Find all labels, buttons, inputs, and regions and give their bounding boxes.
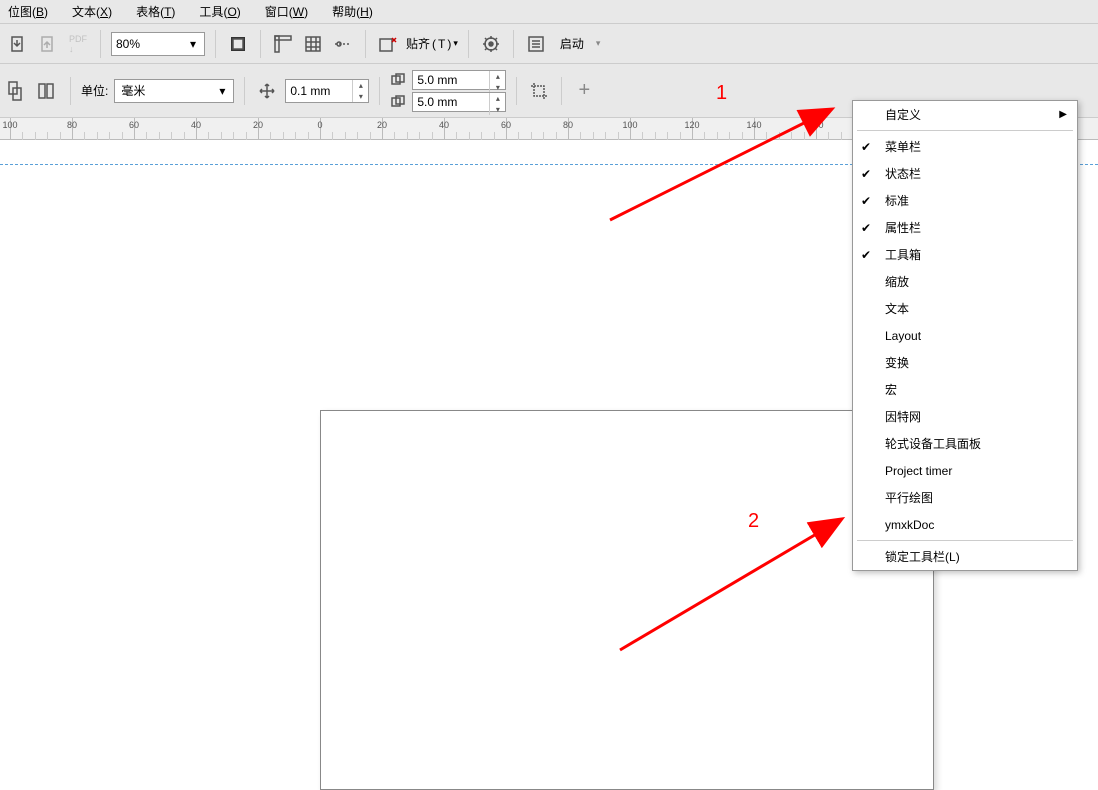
ctx-item-3[interactable]: ✔ 属性栏 — [853, 214, 1077, 241]
ctx-item-label: 状态栏 — [885, 165, 921, 182]
ruler-label: 100 — [622, 120, 637, 130]
units-label: 单位: — [81, 82, 108, 99]
menu-table[interactable]: 表格(T) — [136, 3, 175, 20]
menu-tools[interactable]: 工具(O) — [199, 3, 240, 20]
add-button[interactable]: + — [572, 79, 596, 103]
check-icon: ✔ — [861, 167, 871, 181]
ctx-item-0[interactable]: ✔ 菜单栏 — [853, 133, 1077, 160]
ctx-item-label: 变换 — [885, 354, 909, 371]
duplicate-y-icon — [390, 94, 408, 110]
nudge-distance-input[interactable]: 0.1 mm ▴▾ — [285, 79, 369, 103]
ctx-item-label: 菜单栏 — [885, 138, 921, 155]
duplicate-y-input[interactable]: 5.0 mm ▴▾ — [412, 92, 506, 112]
snap-off-icon[interactable] — [376, 32, 400, 56]
portrait-orientation-icon[interactable] — [6, 79, 30, 103]
ruler-label: 60 — [129, 120, 139, 130]
menu-window[interactable]: 窗口(W) — [265, 3, 308, 20]
export-icon[interactable] — [36, 32, 60, 56]
pdf-export-icon[interactable]: PDF↓ — [66, 32, 90, 56]
guidelines-icon[interactable] — [331, 32, 355, 56]
ctx-item-6[interactable]: 文本 — [853, 295, 1077, 322]
snap-to-button[interactable]: 贴齐(T) ▾ — [406, 35, 458, 52]
nudge-distance-icon — [255, 79, 279, 103]
ruler-label: 0 — [317, 120, 322, 130]
ctx-item-4[interactable]: ✔ 工具箱 — [853, 241, 1077, 268]
spinner-buttons[interactable]: ▴▾ — [489, 93, 505, 115]
zoom-value: 80% — [116, 37, 140, 51]
ctx-item-13[interactable]: 平行绘图 — [853, 484, 1077, 511]
check-icon: ✔ — [861, 194, 871, 208]
dup-y-value: 5.0 mm — [417, 95, 457, 109]
toolbar-context-menu[interactable]: 自定义 ▶ ✔ 菜单栏 ✔ 状态栏 ✔ 标准 ✔ 属性栏 ✔ 工具箱缩放文本 Layout 变换宏因特… — [852, 100, 1078, 571]
ctx-item-14[interactable]: ymxkDoc — [853, 511, 1077, 538]
ctx-item-label: Project timer — [885, 464, 952, 478]
ctx-item-label: 缩放 — [885, 273, 909, 290]
ctx-item-label: 工具箱 — [885, 246, 921, 263]
launch-button[interactable]: 启动 — [554, 35, 590, 52]
ruler-label: 40 — [191, 120, 201, 130]
check-icon: ✔ — [861, 140, 871, 154]
ruler-label: 100 — [2, 120, 17, 130]
ruler-label: 40 — [439, 120, 449, 130]
ctx-item-label: 属性栏 — [885, 219, 921, 236]
zoom-combo[interactable]: 80% ▾ — [111, 32, 205, 56]
ruler-label: 120 — [684, 120, 699, 130]
grid-icon[interactable] — [301, 32, 325, 56]
options-icon[interactable] — [479, 32, 503, 56]
menu-text[interactable]: 文本(X) — [72, 3, 112, 20]
landscape-orientation-icon[interactable] — [36, 79, 60, 103]
duplicate-x-input[interactable]: 5.0 mm ▴▾ — [412, 70, 506, 90]
chevron-down-icon[interactable]: ▾ — [596, 38, 601, 49]
ctx-item-12[interactable]: Project timer — [853, 457, 1077, 484]
ctx-item-11[interactable]: 轮式设备工具面板 — [853, 430, 1077, 457]
ctx-item-label: 标准 — [885, 192, 909, 209]
spinner-buttons[interactable]: ▴▾ — [352, 80, 368, 102]
ruler-label: 140 — [746, 120, 761, 130]
chevron-down-icon[interactable]: ▾ — [213, 82, 231, 100]
ctx-item-1[interactable]: ✔ 状态栏 — [853, 160, 1077, 187]
ctx-item-8[interactable]: 变换 — [853, 349, 1077, 376]
page-rectangle — [320, 410, 934, 790]
ctx-item-label: Layout — [885, 329, 921, 343]
ruler-label: 20 — [253, 120, 263, 130]
rulers-icon[interactable] — [271, 32, 295, 56]
ruler-label: 60 — [501, 120, 511, 130]
ctx-item-label: 轮式设备工具面板 — [885, 435, 981, 452]
ctx-item-label: 因特网 — [885, 408, 921, 425]
spinner-buttons[interactable]: ▴▾ — [489, 71, 505, 93]
chevron-down-icon[interactable]: ▾ — [184, 35, 202, 53]
ruler-label: 20 — [377, 120, 387, 130]
ctx-item-label: ymxkDoc — [885, 518, 934, 532]
units-value: 毫米 — [121, 82, 145, 99]
ctx-item-7[interactable]: Layout — [853, 322, 1077, 349]
crop-icon[interactable] — [527, 79, 551, 103]
ctx-item-2[interactable]: ✔ 标准 — [853, 187, 1077, 214]
fullscreen-icon[interactable] — [226, 32, 250, 56]
ctx-item-label: 宏 — [885, 381, 897, 398]
ctx-item-10[interactable]: 因特网 — [853, 403, 1077, 430]
check-icon: ✔ — [861, 248, 871, 262]
ruler-label: 160 — [808, 120, 823, 130]
submenu-arrow-icon: ▶ — [1059, 109, 1067, 120]
ctx-customize[interactable]: 自定义 ▶ — [853, 101, 1077, 128]
duplicate-x-icon — [390, 72, 408, 88]
ruler-label: 80 — [563, 120, 573, 130]
import-icon[interactable] — [6, 32, 30, 56]
ctx-item-9[interactable]: 宏 — [853, 376, 1077, 403]
ruler-label: 80 — [67, 120, 77, 130]
menubar: 位图(B) 文本(X) 表格(T) 工具(O) 窗口(W) 帮助(H) — [0, 0, 1098, 24]
ctx-item-label: 平行绘图 — [885, 489, 933, 506]
check-icon: ✔ — [861, 221, 871, 235]
ctx-item-5[interactable]: 缩放 — [853, 268, 1077, 295]
ctx-lock-toolbars[interactable]: 锁定工具栏(L) — [853, 543, 1077, 570]
menu-help[interactable]: 帮助(H) — [332, 3, 373, 20]
menu-bitmap[interactable]: 位图(B) — [8, 3, 48, 20]
ctx-item-label: 文本 — [885, 300, 909, 317]
nudge-value: 0.1 mm — [290, 84, 330, 98]
launcher-icon[interactable] — [524, 32, 548, 56]
units-combo[interactable]: 毫米 ▾ — [114, 79, 234, 103]
dup-x-value: 5.0 mm — [417, 73, 457, 87]
standard-toolbar: PDF↓ 80% ▾ 贴齐(T) ▾ 启动 ▾ — [0, 24, 1098, 64]
